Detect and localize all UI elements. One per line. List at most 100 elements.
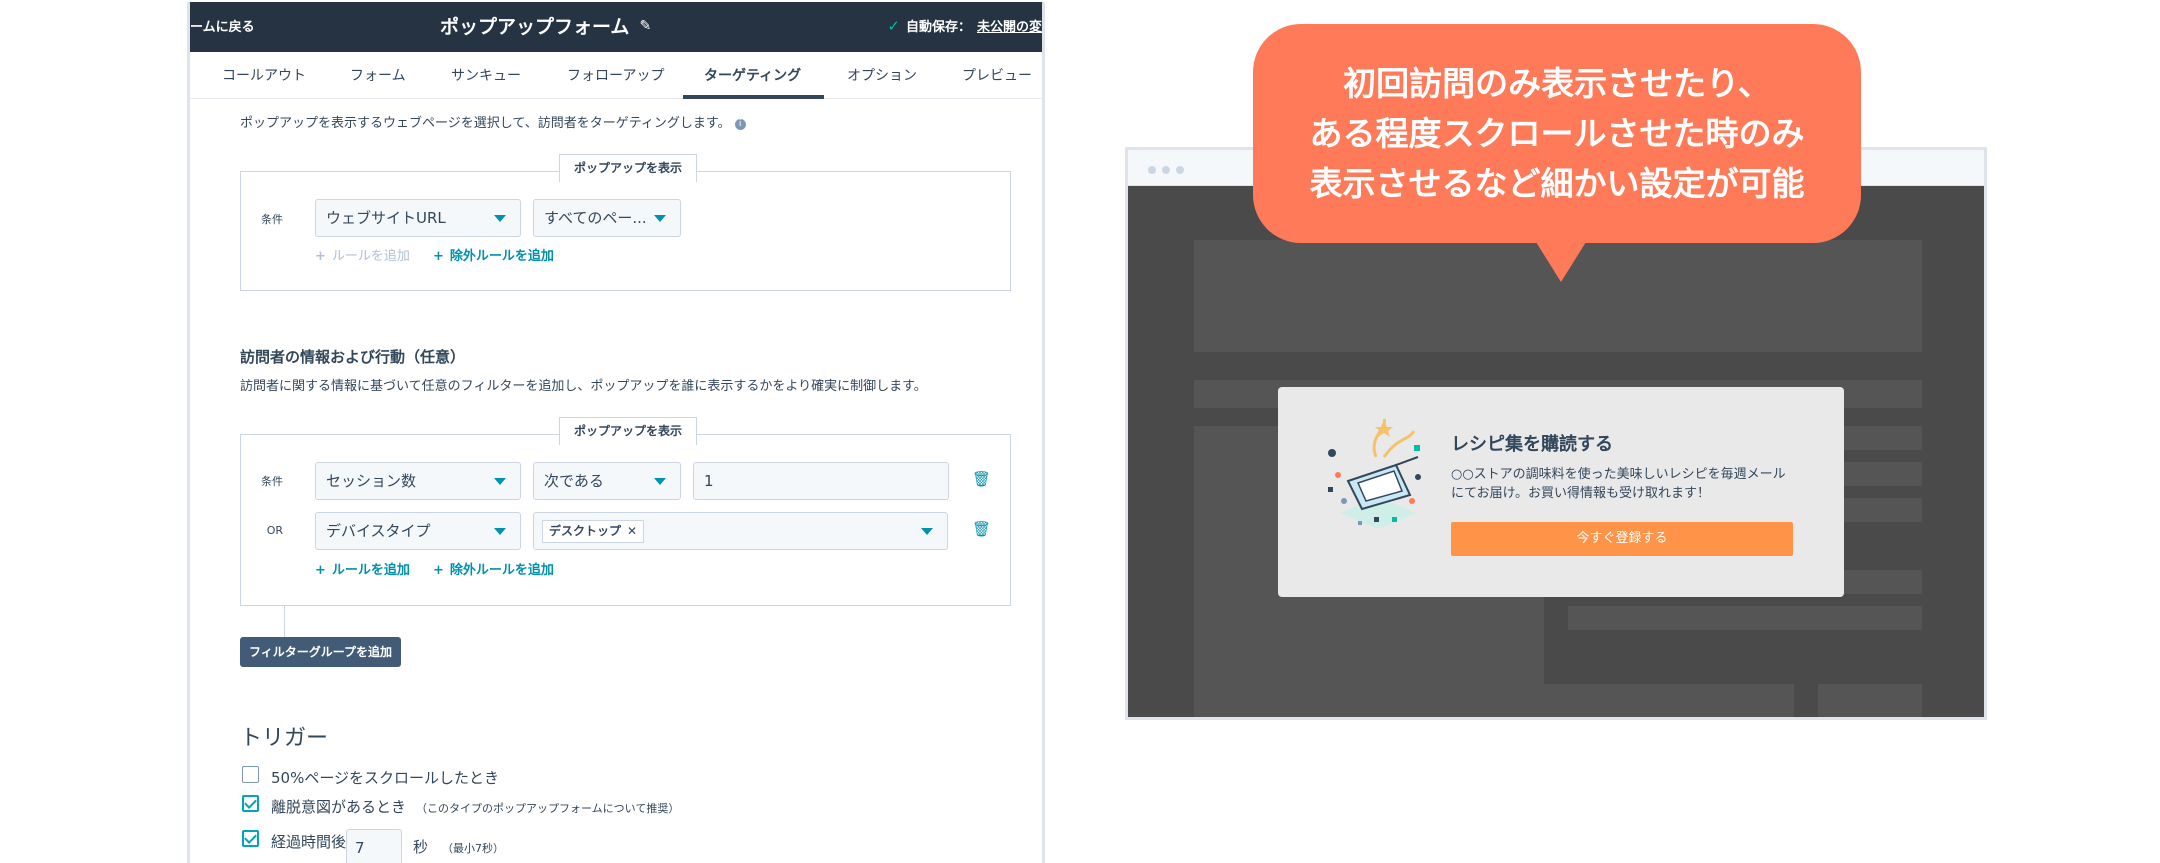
tab-preview[interactable]: プレビュー [962,65,1032,85]
add-exclude-rule-text: 除外ルールを追加 [449,249,554,264]
visitor-filter-box: ポップアップを表示 条件 セッション数 次である 1 🗑 OR デバイスタイプ … [240,417,1011,606]
filter-group-connector [284,605,285,637]
session-operator-select-value: 次である [544,472,604,490]
visitor-description: 訪問者に関する情報に基づいて任意のフィルターを追加し、ポップアップを誰に表示する… [240,379,927,394]
session-value: 1 [704,472,714,490]
callout-text: 初回訪問のみ表示させたり、 ある程度スクロールさせた時のみ 表示させるなど細かい… [1253,59,1861,209]
exit-intent-note: （このタイプのポップアップフォームについて推奨） [416,802,680,815]
tab-options[interactable]: オプション [847,65,917,85]
or-label: OR [266,524,283,537]
scroll-50-checkbox[interactable] [242,766,259,783]
elapsed-time-checkbox[interactable] [242,830,259,847]
session-operator-select[interactable]: 次である [533,462,681,500]
trash-icon[interactable]: 🗑 [972,520,991,538]
add-filter-group-button[interactable]: フィルターグループを追加 [240,637,401,667]
subscribe-button[interactable]: 今すぐ登録する [1451,522,1793,556]
device-value-select[interactable]: デスクトップ ✕ [533,512,948,550]
exit-intent-checkbox[interactable] [242,795,259,812]
callout-line: ある程度スクロールさせた時のみ [1309,114,1805,153]
plus-icon: + [315,563,326,578]
add-rule-link-disabled: + ルールを追加 [315,245,410,264]
form-title-text: ポップアップフォーム [440,16,630,38]
trash-icon[interactable]: 🗑 [972,470,991,488]
condition-label: 条件 [261,475,283,488]
window-dot-icon [1148,166,1156,174]
delay-unit: 秒 （最小7秒） [413,836,504,857]
info-icon[interactable]: i [734,119,746,130]
show-popup-tag: ポップアップを表示 [559,154,697,182]
desktop-chip: デスクトップ ✕ [542,520,645,543]
website-url-select[interactable]: ウェブサイトURL [315,199,521,237]
session-count-select[interactable]: セッション数 [315,462,521,500]
targeting-description: ポップアップを表示するウェブページを選択して、訪問者をターゲティングします。 i [240,112,746,131]
add-exclude-rule-link[interactable]: + 除外ルールを追加 [433,559,554,578]
elapsed-time-label: 経過時間後 [271,831,346,852]
unpublished-changes-link[interactable]: 未公開の変 [977,16,1042,35]
autosave-label: 自動保存： [905,20,971,35]
chevron-down-icon [494,528,506,535]
form-title: ポップアップフォーム ✎ [440,12,651,39]
popup-editor: ームに戻る ポップアップフォーム ✎ ✓ 自動保存： 未公開の変 コールアウト … [187,2,1045,863]
tab-callout[interactable]: コールアウト [222,65,306,85]
chevron-down-icon [654,478,666,485]
pencil-icon[interactable]: ✎ [639,18,651,34]
plus-icon: + [433,249,444,264]
delay-unit-text: 秒 [413,838,429,856]
scroll-50-label: 50%ページをスクロールしたとき [271,767,499,788]
placeholder-block [1568,606,1922,630]
placeholder-block [1194,684,1794,717]
modal-title: レシピ集を購読する [1451,434,1613,455]
tab-thank-you[interactable]: サンキュー [451,65,521,85]
scroll-50-label-text: 50%ページをスクロールしたとき [271,769,500,787]
url-operator-select[interactable]: すべてのペー... [533,199,681,237]
autosave-status: ✓ 自動保存： 未公開の変 [887,16,1042,36]
add-rule-text: ルールを追加 [331,249,410,264]
plus-icon: + [315,249,326,264]
visitor-section-title: 訪問者の情報および行動（任意） [240,348,466,366]
back-link[interactable]: ームに戻る [190,16,255,35]
device-type-select[interactable]: デバイスタイプ [315,512,521,550]
chevron-down-icon [921,528,933,535]
delay-seconds-value: 7 [355,839,365,857]
chevron-down-icon [494,478,506,485]
website-url-select-value: ウェブサイトURL [326,209,446,227]
window-dot-icon [1176,166,1184,174]
add-exclude-rule-link[interactable]: + 除外ルールを追加 [433,245,554,264]
check-icon: ✓ [887,16,900,35]
remove-chip-icon[interactable]: ✕ [627,524,637,538]
chevron-down-icon [654,215,666,222]
condition-label: 条件 [261,213,283,226]
tab-targeting[interactable]: ターゲティング [704,65,801,85]
tab-form[interactable]: フォーム [350,65,406,85]
exit-intent-label-text: 離脱意図があるとき [271,798,407,816]
callout-line: 表示させるなど細かい設定が可能 [1309,164,1805,203]
plus-icon: + [433,563,444,578]
editor-tabs: コールアウト フォーム サンキュー フォローアップ ターゲティング オプション … [190,52,1042,99]
session-count-select-value: セッション数 [326,472,417,490]
callout-line: 初回訪問のみ表示させたり、 [1343,64,1771,103]
page-targeting-box: ポップアップを表示 条件 ウェブサイトURL すべてのペー... + ルールを追加… [240,154,1011,291]
active-tab-indicator [683,95,824,99]
show-popup-tag: ポップアップを表示 [559,417,697,445]
modal-body: ○○ストアの調味料を使った美味しいレシピを毎週メールにてお届け。お買い得情報も受… [1451,467,1786,501]
exit-intent-label: 離脱意図があるとき （このタイプのポップアップフォームについて推奨） [271,796,679,817]
delay-seconds-input[interactable]: 7 [346,829,402,863]
device-type-select-value: デバイスタイプ [326,522,431,540]
add-rule-link[interactable]: + ルールを追加 [315,559,410,578]
chevron-down-icon [494,215,506,222]
trigger-section-title: トリガー [240,726,329,751]
placeholder-block [1818,684,1922,717]
callout-bubble: 初回訪問のみ表示させたり、 ある程度スクロールさせた時のみ 表示させるなど細かい… [1253,24,1861,243]
elapsed-time-label-text: 経過時間後 [271,833,347,851]
add-exclude-rule-text: 除外ルールを追加 [449,563,554,578]
recipe-illustration-icon [1328,418,1421,529]
url-operator-select-value: すべてのペー... [544,209,647,227]
window-dot-icon [1162,166,1170,174]
delay-min-note: （最小7秒） [442,842,505,855]
editor-topbar: ームに戻る ポップアップフォーム ✎ ✓ 自動保存： 未公開の変 [190,2,1042,52]
tab-follow-up[interactable]: フォローアップ [567,65,664,85]
targeting-description-text: ポップアップを表示するウェブページを選択して、訪問者をターゲティングします。 [240,116,731,131]
add-rule-text: ルールを追加 [331,563,410,578]
session-value-input[interactable]: 1 [693,462,949,500]
popup-modal: レシピ集を購読する ○○ストアの調味料を使った美味しいレシピを毎週メールにてお届… [1278,387,1844,597]
